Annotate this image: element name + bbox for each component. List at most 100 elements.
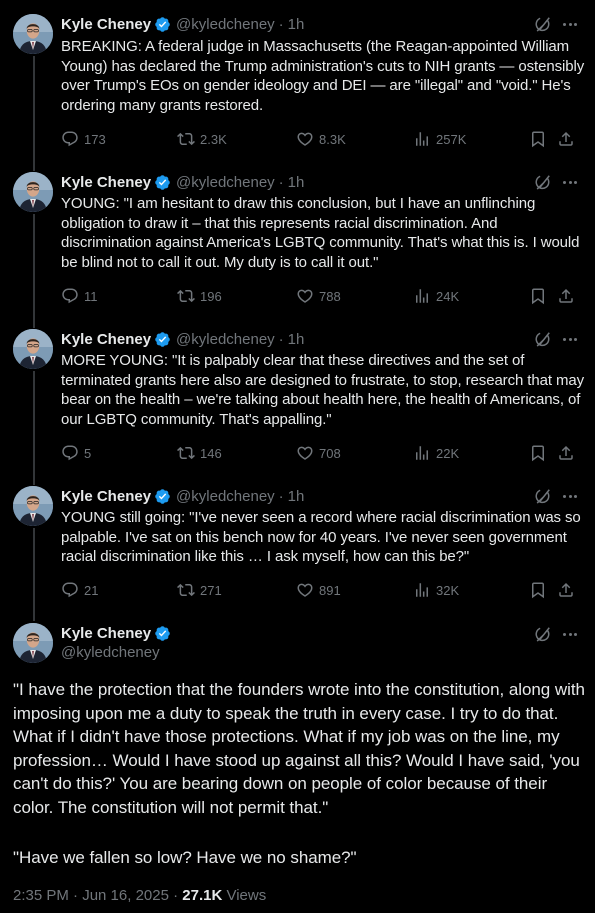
views-button[interactable]: 257K: [413, 129, 466, 149]
repost-button[interactable]: 146: [177, 443, 222, 463]
author-handle[interactable]: @kyledcheney: [61, 644, 160, 661]
reply-count: 173: [84, 131, 106, 147]
tweet-header: Kyle Cheney @kyledcheney · 1h: [61, 329, 304, 349]
tweet-time[interactable]: 1h: [288, 488, 305, 505]
repost-count: 271: [200, 582, 222, 598]
grok-icon[interactable]: [533, 172, 553, 192]
author-handle[interactable]: @kyledcheney: [176, 16, 275, 33]
repost-button[interactable]: 196: [177, 286, 222, 306]
verified-badge-icon[interactable]: [154, 625, 171, 642]
views-button[interactable]: 24K: [413, 286, 459, 306]
tweet-header: Kyle Cheney @kyledcheney · 1h: [61, 486, 304, 506]
tweet-actions: 21 271 891 32K: [61, 580, 581, 600]
share-button[interactable]: [556, 129, 576, 149]
main-tweet-text-closing: "Have we fallen so low? Have we no shame…: [13, 848, 357, 867]
grok-icon[interactable]: [533, 624, 553, 644]
bookmark-button[interactable]: [528, 286, 548, 306]
author-name[interactable]: Kyle Cheney: [61, 488, 151, 505]
more-icon[interactable]: [560, 624, 580, 644]
avatar[interactable]: [13, 14, 53, 54]
like-count: 788: [319, 288, 341, 304]
main-tweet-text: "I have the protection that the founders…: [13, 680, 585, 817]
tweet-time[interactable]: 1h: [288, 331, 305, 348]
author-handle[interactable]: @kyledcheney: [176, 331, 275, 348]
verified-badge-icon[interactable]: [154, 174, 171, 191]
like-button[interactable]: 788: [296, 286, 341, 306]
views-icon: [413, 581, 431, 599]
share-button[interactable]: [556, 286, 576, 306]
main-tweet[interactable]: Kyle Cheney @kyledcheney "I have the pro…: [0, 623, 595, 913]
verified-badge-icon[interactable]: [154, 331, 171, 348]
verified-badge-icon[interactable]: [154, 488, 171, 505]
bookmark-icon: [529, 581, 547, 599]
share-button[interactable]: [556, 580, 576, 600]
share-button[interactable]: [556, 443, 576, 463]
author-name[interactable]: Kyle Cheney: [61, 16, 151, 33]
bookmark-button[interactable]: [528, 443, 548, 463]
more-icon[interactable]: [560, 329, 580, 349]
author-handle[interactable]: @kyledcheney: [176, 488, 275, 505]
repost-count: 196: [200, 288, 222, 304]
avatar[interactable]: [13, 486, 53, 526]
repost-count: 146: [200, 445, 222, 461]
avatar[interactable]: [13, 172, 53, 212]
views-button[interactable]: 22K: [413, 443, 459, 463]
share-icon: [557, 130, 575, 148]
tweet-actions: 5 146 708 22K: [61, 443, 581, 463]
tweet-time[interactable]: 1h: [288, 174, 305, 191]
author-name[interactable]: Kyle Cheney: [61, 625, 151, 642]
avatar[interactable]: [13, 623, 53, 663]
tweet-time[interactable]: 1h: [288, 16, 305, 33]
like-button[interactable]: 891: [296, 580, 341, 600]
views-count: 32K: [436, 582, 460, 598]
tweet-actions: 11 196 788 24K: [61, 286, 581, 306]
author-name[interactable]: Kyle Cheney: [61, 174, 151, 191]
like-count: 891: [319, 582, 341, 598]
tweet-text: YOUNG: "I am hesitant to draw this concl…: [61, 195, 580, 271]
reply-count: 21: [84, 582, 99, 598]
thread-tweet[interactable]: Kyle Cheney @kyledcheney · 1h YOUNG: "I …: [0, 172, 595, 312]
reply-button[interactable]: 11: [61, 286, 98, 306]
like-button[interactable]: 708: [296, 443, 341, 463]
grok-icon[interactable]: [533, 329, 553, 349]
share-icon: [557, 581, 575, 599]
thread-tweet[interactable]: Kyle Cheney @kyledcheney · 1h MORE YOUNG…: [0, 329, 595, 469]
tweet-text: YOUNG still going: "I've never seen a re…: [61, 509, 581, 566]
more-icon[interactable]: [560, 14, 580, 34]
separator: ·: [278, 173, 284, 191]
like-icon: [296, 287, 314, 305]
more-icon[interactable]: [560, 486, 580, 506]
views-label: Views: [222, 887, 267, 904]
tweet-timestamp[interactable]: 2:35 PM · Jun 16, 2025 ·: [13, 887, 182, 904]
like-button[interactable]: 8.3K: [296, 129, 346, 149]
repost-button[interactable]: 2.3K: [177, 129, 227, 149]
views-count: 22K: [436, 445, 460, 461]
views-count: 257K: [436, 131, 467, 147]
verified-badge-icon[interactable]: [154, 16, 171, 33]
main-tweet-header: Kyle Cheney: [61, 623, 171, 643]
like-icon: [296, 444, 314, 462]
thread-tweet[interactable]: Kyle Cheney @kyledcheney · 1h BREAKING: …: [0, 14, 595, 154]
avatar[interactable]: [13, 329, 53, 369]
grok-icon[interactable]: [533, 486, 553, 506]
reply-count: 5: [84, 445, 92, 461]
repost-button[interactable]: 271: [177, 580, 222, 600]
tweet-actions: 173 2.3K 8.3K 257K: [61, 129, 581, 149]
bookmark-button[interactable]: [528, 129, 548, 149]
reply-count: 11: [84, 288, 98, 304]
views-icon: [413, 130, 431, 148]
grok-icon[interactable]: [533, 14, 553, 34]
reply-button[interactable]: 173: [61, 129, 106, 149]
bookmark-button[interactable]: [528, 580, 548, 600]
tweet-header: Kyle Cheney @kyledcheney · 1h: [61, 14, 304, 34]
more-icon[interactable]: [560, 172, 580, 192]
like-icon: [296, 130, 314, 148]
author-handle[interactable]: @kyledcheney: [176, 174, 275, 191]
views-icon: [413, 287, 431, 305]
thread-tweet[interactable]: Kyle Cheney @kyledcheney · 1h YOUNG stil…: [0, 486, 595, 604]
reply-button[interactable]: 5: [61, 443, 91, 463]
reply-button[interactable]: 21: [61, 580, 98, 600]
tweet-text: BREAKING: A federal judge in Massachuset…: [61, 38, 585, 114]
author-name[interactable]: Kyle Cheney: [61, 331, 151, 348]
views-button[interactable]: 32K: [413, 580, 459, 600]
